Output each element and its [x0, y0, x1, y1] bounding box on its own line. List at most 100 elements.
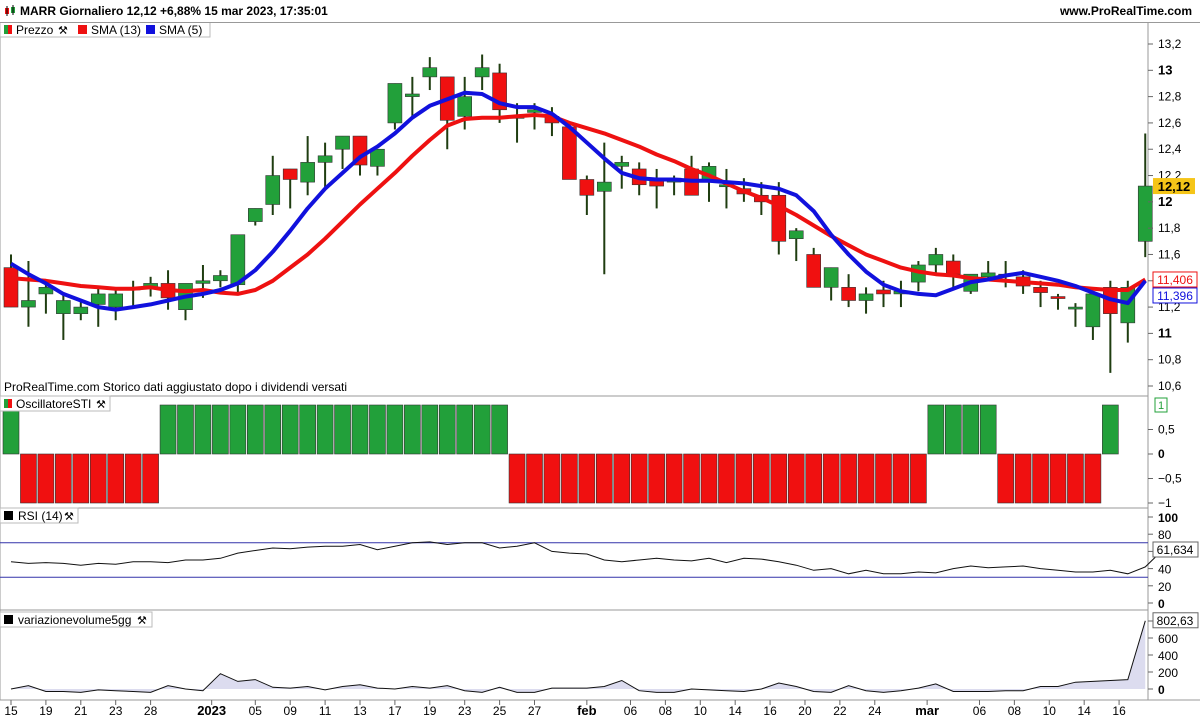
sti-bar: [1014, 453, 1032, 504]
volume-legend-label: variazionevolume5gg: [18, 613, 131, 627]
candle-body: [3, 267, 19, 308]
x-tick-label: 2023: [197, 703, 226, 718]
price-legend-swatch: [4, 25, 8, 34]
sti-bar: [264, 404, 282, 455]
x-tick-label: 08: [659, 704, 673, 718]
candle-body: [1050, 296, 1066, 299]
candle-body: [1137, 185, 1153, 242]
price-y-tick-label: 13: [1158, 62, 1172, 77]
candle-body: [788, 230, 804, 239]
last-price-label: 12,12: [1158, 179, 1191, 194]
sti-y-tick-label: −0,5: [1158, 472, 1182, 486]
x-tick-label: 16: [763, 704, 777, 718]
sti-bar: [857, 453, 875, 504]
sti-bar: [404, 404, 421, 455]
chart-canvas: 10,610,81111,211,411,611,81212,212,412,6…: [0, 21, 1200, 718]
x-tick-label: 11: [319, 704, 332, 718]
sti-bar: [107, 453, 124, 504]
sti-bar: [683, 453, 700, 504]
candle-body: [823, 267, 839, 288]
x-tick-label: 28: [144, 704, 158, 718]
x-tick-label: 25: [493, 704, 507, 718]
x-tick-label: 23: [109, 704, 123, 718]
sti-bar: [648, 453, 665, 504]
price-y-tick-label: 11,6: [1158, 247, 1181, 261]
sti-bar: [177, 404, 194, 455]
sti-bar: [1102, 404, 1119, 455]
candle-body: [614, 162, 630, 167]
sti-bar: [229, 404, 247, 455]
x-tick-label: 13: [353, 704, 367, 718]
price-y-tick-label: 11: [1158, 325, 1172, 340]
candle-body: [265, 175, 281, 205]
x-tick-label: 22: [833, 704, 847, 718]
x-tick-label: 10: [1043, 704, 1057, 718]
candle-body: [405, 93, 420, 97]
sti-bar: [20, 453, 37, 504]
sti-bar: [613, 453, 631, 504]
x-tick-label: 19: [39, 704, 53, 718]
sti-bar: [55, 453, 72, 504]
sti-bar: [299, 404, 316, 455]
pane-rsi: [0, 507, 1149, 611]
pane-price: [0, 21, 1149, 397]
sti-bar: [595, 453, 613, 504]
sti-bar: [124, 453, 142, 504]
candle-body: [56, 300, 71, 314]
sma13-legend-label: SMA (13): [91, 23, 141, 37]
candle-body: [806, 254, 822, 288]
sti-bar: [72, 453, 90, 504]
sti-bar: [212, 404, 229, 455]
sti-bar: [770, 453, 788, 504]
candle-body: [248, 208, 263, 222]
sti-bar: [2, 404, 20, 455]
candle-body: [213, 275, 228, 282]
candle-body: [1120, 287, 1136, 324]
candle-body: [474, 67, 490, 78]
candle-body: [649, 180, 664, 187]
sti-bar: [316, 404, 334, 455]
x-tick-label: 24: [868, 704, 882, 718]
sti-bar: [508, 453, 526, 504]
sti-bar: [526, 453, 543, 504]
sma5-legend-label: SMA (5): [159, 23, 202, 37]
sti-bar: [944, 404, 962, 455]
candlestick-icon: [5, 5, 15, 16]
candle-body: [579, 179, 595, 196]
candle-body: [876, 289, 891, 295]
candle-body: [1085, 293, 1101, 328]
dividend-note: ProRealTime.com Storico dati aggiustato …: [4, 380, 347, 394]
sti-bar: [979, 404, 997, 455]
candle-body: [73, 306, 89, 314]
x-tick-label: 17: [388, 704, 402, 718]
sma5-legend-swatch: [146, 25, 155, 34]
rsi-value-label: 61,634: [1157, 543, 1194, 557]
x-tick-label: 15: [4, 704, 18, 718]
sti-bar: [438, 404, 456, 455]
sti-legend-label: OscillatoreSTI: [16, 397, 91, 411]
candle-body: [596, 181, 612, 192]
candle-body: [841, 287, 856, 301]
sti-value-label: 1: [1158, 400, 1164, 412]
sti-bar: [281, 404, 299, 455]
price-candle: [387, 83, 403, 130]
sti-bar: [351, 404, 369, 455]
sti-bar: [247, 404, 264, 455]
sti-bar: [1067, 453, 1084, 504]
sti-bar: [543, 453, 561, 504]
x-tick-label: 19: [423, 704, 437, 718]
candle-body: [1033, 287, 1048, 293]
price-y-tick-label: 10,8: [1158, 353, 1182, 367]
x-tick-label: 06: [624, 704, 638, 718]
sti-bar: [334, 404, 351, 455]
panes: [0, 21, 1200, 701]
sti-bar: [561, 453, 578, 504]
sti-bar: [735, 453, 753, 504]
rsi-y-tick-label: 40: [1158, 563, 1172, 577]
rsi-legend-swatch: [4, 511, 13, 520]
site-link[interactable]: www.ProRealTime.com: [1060, 4, 1192, 18]
price-y-tick-label: 11,8: [1158, 221, 1181, 235]
x-tick-label: 08: [1008, 704, 1022, 718]
volume-y-tick-label: 0: [1158, 683, 1165, 697]
sti-bar: [473, 404, 491, 455]
